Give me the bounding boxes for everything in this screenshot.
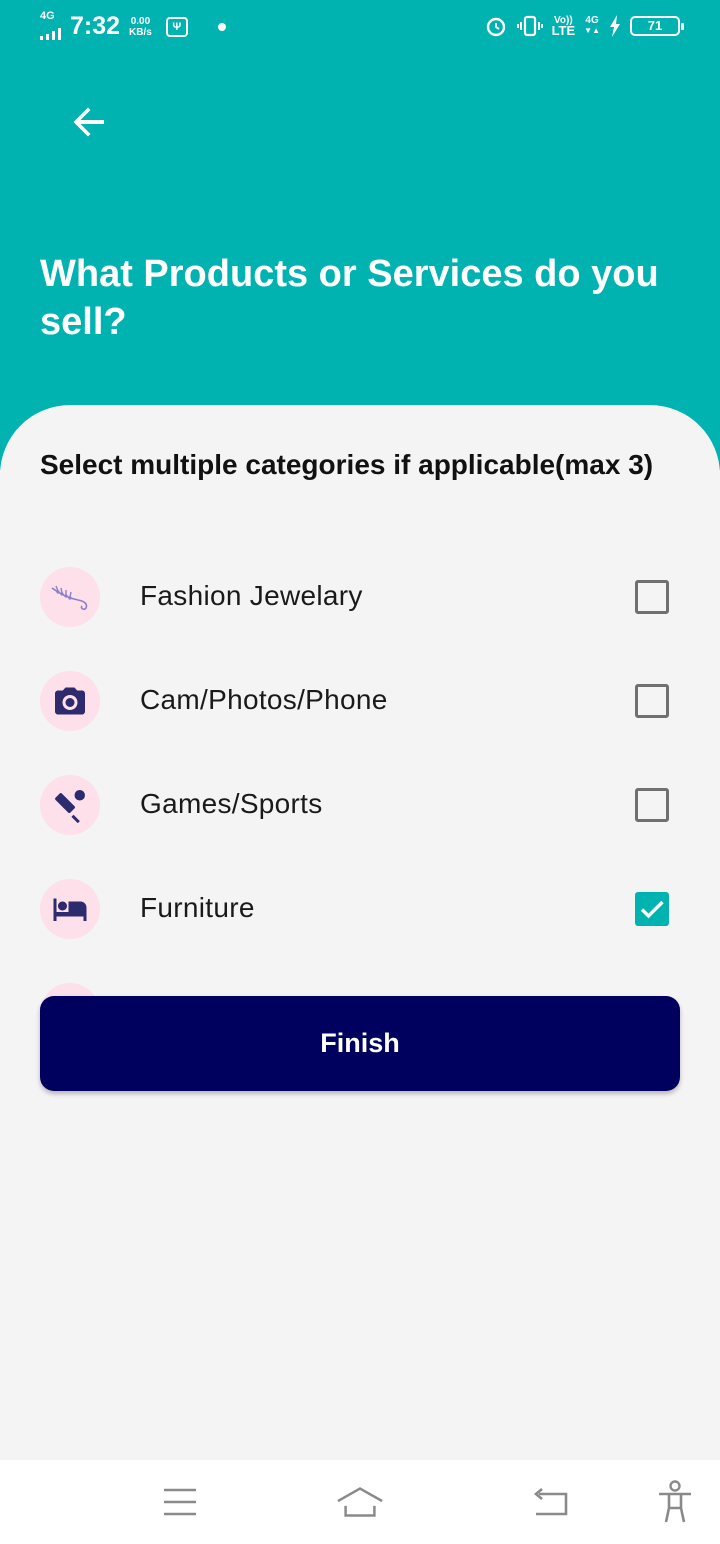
category-checkbox[interactable]: [635, 788, 669, 822]
accessibility-icon[interactable]: [651, 1478, 699, 1526]
battery-icon: 71: [630, 16, 684, 36]
camera-icon: [40, 671, 100, 731]
charging-icon: [610, 15, 620, 37]
usb-icon: Ψ: [165, 16, 188, 37]
finish-button[interactable]: Finish: [40, 996, 680, 1091]
category-label: Furniture: [140, 892, 255, 923]
volte-indicator: Vo)) LTE: [551, 15, 576, 38]
back-icon[interactable]: [526, 1478, 574, 1526]
category-row-furniture[interactable]: Furniture: [40, 878, 680, 948]
jewelry-icon: [40, 567, 100, 627]
data-type-indicator: 4G ▼▲: [584, 15, 600, 36]
category-label: Cam/Photos/Phone: [140, 684, 388, 715]
category-checkbox[interactable]: [635, 684, 669, 718]
category-checkbox-checked[interactable]: [635, 892, 669, 926]
check-icon: [640, 900, 664, 919]
category-row-fashion-jewelry[interactable]: Fashion Jewelary: [40, 566, 680, 636]
sports-icon: [40, 775, 100, 835]
subtitle: Select multiple categories if applicable…: [40, 449, 654, 480]
menu-icon[interactable]: [156, 1478, 204, 1526]
category-row-games-sports[interactable]: Games/Sports: [40, 774, 680, 844]
category-card: Select multiple categories if applicable…: [0, 405, 720, 1460]
notification-dot-icon: [217, 22, 226, 31]
system-nav-bar: [0, 1460, 720, 1544]
network-type: 4G: [40, 10, 55, 22]
category-label: Fashion Jewelary: [140, 580, 363, 611]
signal-icon: [40, 27, 61, 40]
page-title: What Products or Services do you sell?: [40, 253, 659, 343]
home-icon[interactable]: [336, 1478, 384, 1526]
alarm-icon: [486, 17, 505, 37]
category-checkbox[interactable]: [635, 580, 669, 614]
back-arrow-icon[interactable]: [66, 98, 114, 146]
bed-icon: [40, 879, 100, 939]
header: 4G 7:32 0.00 KB/s Ψ Vo)) LTE 4G ▼▲ 71 Wh…: [0, 0, 720, 470]
clock: 7:32: [70, 12, 121, 40]
category-row-cam-photos-phone[interactable]: Cam/Photos/Phone: [40, 670, 680, 740]
category-label: Games/Sports: [140, 788, 323, 819]
vibrate-icon: [516, 15, 543, 37]
status-bar: 4G 7:32 0.00 KB/s Ψ Vo)) LTE 4G ▼▲ 71: [0, 0, 720, 58]
network-speed: 0.00 KB/s: [129, 15, 152, 38]
